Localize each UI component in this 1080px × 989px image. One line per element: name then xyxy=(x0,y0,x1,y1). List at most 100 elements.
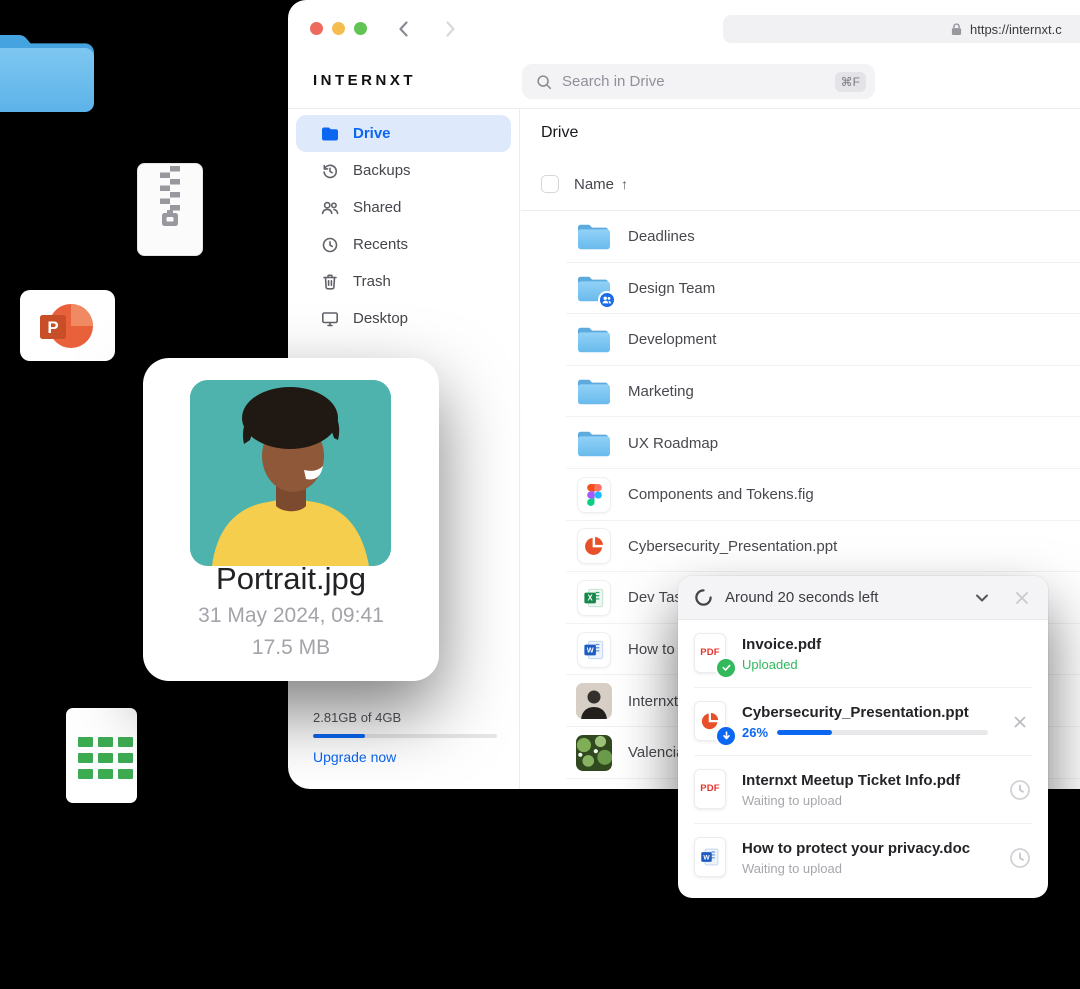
file-name: Design Team xyxy=(628,280,715,297)
sidebar-item-drive[interactable]: Drive xyxy=(296,115,511,152)
folder-icon xyxy=(576,429,612,458)
traffic-light-minimize[interactable] xyxy=(332,22,345,35)
browser-forward-button[interactable] xyxy=(438,17,462,41)
sidebar-item-shared[interactable]: Shared xyxy=(296,189,511,226)
sidebar-item-backups[interactable]: Backups xyxy=(296,152,511,189)
upload-item-how-to-protect-your-privacy-doc: W How to protect your privacy.doc Waitin… xyxy=(694,824,1032,892)
preview-size: 17.5 MB xyxy=(143,636,439,660)
pdf-icon: PDF xyxy=(694,769,726,809)
file-name: Marketing xyxy=(628,383,694,400)
upload-item-info: Cybersecurity_Presentation.ppt 26% xyxy=(742,704,988,740)
waiting-clock-icon xyxy=(1008,778,1032,802)
file-name: Components and Tokens.fig xyxy=(628,486,814,503)
word-icon: W xyxy=(576,632,612,668)
sidebar-item-trash[interactable]: Trash xyxy=(296,263,511,300)
history-icon xyxy=(320,161,340,181)
file-row-marketing[interactable]: Marketing xyxy=(521,366,1080,418)
search-shortcut-badge: ⌘F xyxy=(835,72,866,92)
uploaded-check-icon xyxy=(715,657,737,679)
sidebar-item-label: Desktop xyxy=(353,310,408,327)
storage-widget: 2.81GB of 4GB Upgrade now xyxy=(313,710,497,765)
uploading-arrow-icon xyxy=(715,725,737,747)
upload-item-cybersecurity-presentation-ppt: Cybersecurity_Presentation.ppt 26% xyxy=(694,688,1032,756)
url-text: https://internxt.c xyxy=(970,22,1062,37)
file-name: Cybersecurity_Presentation.ppt xyxy=(628,538,837,555)
figma-icon xyxy=(576,477,612,513)
storage-usage-text: 2.81GB of 4GB xyxy=(313,710,497,725)
preview-date: 31 May 2024, 09:41 xyxy=(143,604,439,628)
trash-icon xyxy=(320,272,340,292)
upload-file-icon: PDF xyxy=(694,769,728,811)
upload-file-name: Cybersecurity_Presentation.ppt xyxy=(742,704,988,721)
file-row-ux-roadmap[interactable]: UX Roadmap xyxy=(521,417,1080,469)
photo-thumbnail xyxy=(576,735,612,771)
file-name: Valencia xyxy=(628,744,684,761)
name-column-header[interactable]: Name ↑ xyxy=(574,176,628,193)
excel-icon: X xyxy=(583,587,605,609)
upgrade-now-link[interactable]: Upgrade now xyxy=(313,749,497,765)
sidebar-item-recents[interactable]: Recents xyxy=(296,226,511,263)
word-icon: W xyxy=(583,639,605,661)
sidebar-item-desktop[interactable]: Desktop xyxy=(296,300,511,337)
sidebar-item-label: Drive xyxy=(353,125,391,142)
file-name: Deadlines xyxy=(628,228,695,245)
ppt-icon xyxy=(576,528,612,564)
file-row-components-and-tokens-fig[interactable]: Components and Tokens.fig xyxy=(521,469,1080,521)
search-bar[interactable]: ⌘F xyxy=(522,64,875,99)
sidebar-item-label: Shared xyxy=(353,199,401,216)
file-row-design-team[interactable]: Design Team xyxy=(521,263,1080,315)
sidebar-item-label: Trash xyxy=(353,273,391,290)
file-row-development[interactable]: Development xyxy=(521,314,1080,366)
upload-item-info: How to protect your privacy.doc Waiting … xyxy=(742,840,988,876)
photo-thumbnail xyxy=(576,683,612,719)
upload-item-info: Internxt Meetup Ticket Info.pdf Waiting … xyxy=(742,772,988,808)
cancel-upload-button[interactable] xyxy=(1008,710,1032,734)
floating-spreadsheet-icon xyxy=(66,708,137,803)
excel-icon: X xyxy=(576,580,612,616)
folder-icon xyxy=(576,222,612,251)
svg-text:W: W xyxy=(703,854,710,861)
traffic-light-zoom[interactable] xyxy=(354,22,367,35)
spinner-icon xyxy=(694,588,713,607)
window-traffic-lights xyxy=(310,22,367,35)
upload-item-internxt-meetup-ticket-info-pdf: PDF Internxt Meetup Ticket Info.pdf Wait… xyxy=(694,756,1032,824)
file-name: Dev Tas xyxy=(628,589,682,606)
folder-icon xyxy=(576,322,612,358)
file-row-deadlines[interactable]: Deadlines xyxy=(521,211,1080,263)
traffic-light-close[interactable] xyxy=(310,22,323,35)
folder-icon xyxy=(576,374,612,410)
browser-address-bar[interactable]: https://internxt.c xyxy=(723,15,1080,43)
upload-progress-bar xyxy=(777,730,988,735)
chevron-down-icon xyxy=(972,588,992,608)
folder-icon xyxy=(576,377,612,406)
people-icon xyxy=(320,198,340,218)
storage-progress-bar xyxy=(313,734,497,738)
browser-back-button[interactable] xyxy=(392,17,416,41)
floating-zip-icon xyxy=(137,163,203,261)
select-all-checkbox[interactable] xyxy=(541,175,559,193)
chevron-right-icon xyxy=(439,18,461,40)
upload-status: Waiting to upload xyxy=(742,861,842,876)
close-panel-button[interactable] xyxy=(1010,586,1034,610)
powerpoint-icon xyxy=(583,535,605,557)
list-header: Name ↑ xyxy=(541,175,628,193)
page-title: Drive xyxy=(541,124,578,142)
upload-file-name: Internxt Meetup Ticket Info.pdf xyxy=(742,772,988,789)
file-name: UX Roadmap xyxy=(628,435,718,452)
folder-shared-icon xyxy=(576,270,612,306)
upload-status: Uploaded xyxy=(742,657,798,672)
svg-text:P: P xyxy=(47,318,58,337)
sidebar-item-label: Recents xyxy=(353,236,408,253)
upload-file-name: How to protect your privacy.doc xyxy=(742,840,988,857)
upload-file-icon xyxy=(694,701,728,743)
upload-file-icon: W xyxy=(694,837,728,879)
search-input[interactable] xyxy=(562,73,826,90)
preview-filename: Portrait.jpg xyxy=(143,561,439,597)
upload-eta-text: Around 20 seconds left xyxy=(725,589,970,606)
file-row-cybersecurity-presentation-ppt[interactable]: Cybersecurity_Presentation.ppt xyxy=(521,521,1080,573)
file-name: Internxt xyxy=(628,693,678,710)
waiting-clock-icon xyxy=(1008,846,1032,870)
floating-folder-icon xyxy=(0,32,94,117)
folder-icon xyxy=(576,325,612,354)
collapse-panel-button[interactable] xyxy=(970,586,994,610)
